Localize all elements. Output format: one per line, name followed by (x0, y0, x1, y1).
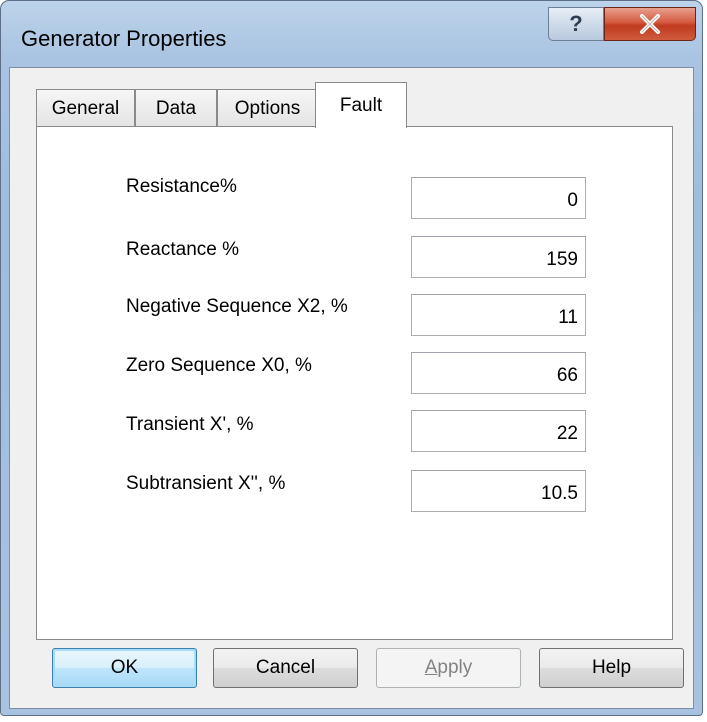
zero-sequence-label: Zero Sequence X0, % (126, 355, 312, 376)
transient-input[interactable] (411, 410, 586, 452)
zero-sequence-input[interactable] (411, 352, 586, 394)
negative-sequence-input[interactable] (411, 294, 586, 336)
apply-rest: pply (437, 657, 473, 678)
subtransient-label: Subtransient X'', % (126, 473, 286, 494)
tab-fault[interactable]: Fault (315, 82, 407, 128)
close-button[interactable] (604, 7, 696, 41)
context-help-button[interactable]: ? (548, 7, 604, 41)
title-bar[interactable]: Generator Properties ? (1, 1, 702, 67)
tab-label: Data (155, 97, 197, 119)
tab-options[interactable]: Options (217, 89, 318, 127)
close-icon (640, 14, 660, 34)
tab-general[interactable]: General (36, 89, 135, 127)
tab-label: Options (234, 97, 301, 119)
apply-button[interactable]: Apply (376, 648, 521, 688)
help-glyph: ? (569, 11, 583, 36)
reactance-label: Reactance % (126, 239, 240, 260)
dialog-window: Generator Properties ? General Data Opti… (0, 0, 703, 716)
resistance-label: Resistance% (126, 176, 237, 197)
apply-mnemonic: A (424, 657, 438, 678)
reactance-input[interactable] (411, 236, 586, 278)
cancel-button-label: Cancel (255, 657, 316, 678)
tab-data[interactable]: Data (135, 89, 217, 127)
resistance-input[interactable] (411, 177, 586, 219)
tab-label: General (51, 97, 120, 119)
subtransient-input[interactable] (411, 470, 586, 512)
tab-label: Fault (339, 94, 383, 116)
transient-label: Transient X', % (126, 414, 254, 435)
help-button-label: Help (591, 657, 632, 678)
ok-button[interactable]: OK (52, 648, 197, 688)
dialog-client-area: General Data Options Fault Resistance% R… (9, 67, 694, 709)
window-title: Generator Properties (21, 26, 227, 51)
negative-sequence-label: Negative Sequence X2, % (126, 296, 348, 317)
help-button[interactable]: Help (539, 648, 684, 688)
ok-button-label: OK (110, 657, 139, 678)
cancel-button[interactable]: Cancel (213, 648, 358, 688)
apply-button-label: Apply (425, 657, 473, 679)
